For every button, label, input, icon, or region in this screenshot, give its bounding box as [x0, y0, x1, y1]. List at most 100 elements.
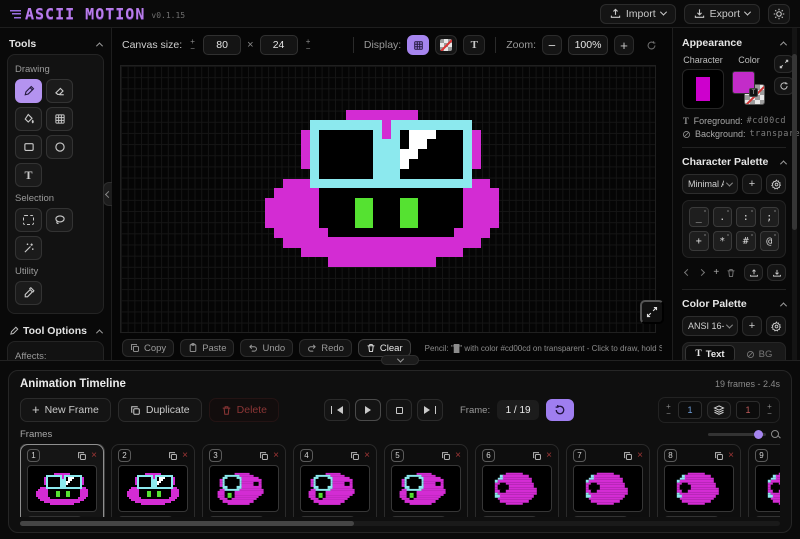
display-characters-toggle[interactable]: T [463, 35, 485, 55]
palette-character-key[interactable]: : [736, 207, 756, 227]
new-frame-button[interactable]: + New Frame [20, 398, 111, 422]
frame-thumbnail[interactable] [573, 465, 643, 512]
character-palette-preset-dropdown[interactable]: Minimal ASC [682, 174, 738, 194]
canvas-width-input[interactable]: 80 [203, 35, 241, 55]
duplicate-frame-icon[interactable] [77, 451, 87, 461]
frame-card[interactable]: 5×125ms [384, 444, 468, 517]
frame-duration-input[interactable]: 125 [573, 516, 628, 517]
duplicate-frame-icon[interactable] [259, 451, 269, 461]
delete-frame-icon[interactable]: × [91, 451, 97, 461]
palette-add-button[interactable]: + [711, 265, 722, 281]
play-button[interactable] [355, 399, 381, 421]
last-frame-button[interactable] [417, 399, 443, 421]
drawing-canvas[interactable] [120, 65, 656, 333]
delete-frame-icon[interactable]: × [273, 451, 279, 461]
sidebar-collapse-handle[interactable] [103, 182, 112, 206]
frame-card[interactable]: 2×125ms [111, 444, 195, 517]
palette-character-key[interactable]: + [689, 231, 709, 251]
timeline-zoom-slider[interactable] [708, 433, 766, 436]
fill-tool-button[interactable] [15, 107, 42, 131]
lasso-tool-button[interactable] [46, 208, 73, 232]
tools-header[interactable]: Tools [7, 34, 104, 54]
color-palette-preset-dropdown[interactable]: ANSI 16-Col [682, 316, 738, 336]
frame-thumbnail[interactable] [664, 465, 734, 512]
frame-thumbnail[interactable] [391, 465, 461, 512]
pencil-tool-button[interactable] [15, 79, 42, 103]
undo-button[interactable]: Undo [240, 339, 293, 357]
delete-frame-icon[interactable]: × [728, 451, 734, 461]
display-grid-toggle[interactable] [407, 35, 429, 55]
palette-prev-button[interactable] [682, 265, 693, 281]
frame-thumbnail[interactable] [118, 465, 188, 512]
palette-next-button[interactable] [697, 265, 708, 281]
rectangle-tool-button[interactable] [15, 135, 42, 159]
zoom-out-button[interactable]: − [542, 35, 562, 55]
frame-duration-input[interactable]: 125 [27, 516, 82, 517]
palette-character-key[interactable]: * [713, 231, 733, 251]
width-stepper[interactable]: +− [188, 39, 197, 52]
frame-card[interactable]: 1×125ms [20, 444, 104, 517]
palette-character-key[interactable]: # [736, 231, 756, 251]
frames-scrollbar-thumb[interactable] [20, 521, 354, 526]
tool-options-header[interactable]: Tool Options [7, 321, 104, 341]
frame-card[interactable]: 6×125ms [475, 444, 559, 517]
onion-next-count[interactable]: 1 [736, 401, 760, 419]
frame-card[interactable]: 7×125ms [566, 444, 650, 517]
loop-toggle-button[interactable] [546, 399, 574, 421]
height-stepper[interactable]: +− [304, 39, 313, 52]
text-tool-button[interactable]: T [15, 163, 42, 187]
duplicate-frame-icon[interactable] [441, 451, 451, 461]
scrollbar-thumb[interactable] [792, 54, 797, 230]
frame-duration-input[interactable]: 125 [209, 516, 264, 517]
character-palette-settings-button[interactable] [766, 174, 786, 194]
zoom-reset-button[interactable] [640, 35, 662, 55]
foreground-color-swatch[interactable]: T [732, 71, 755, 94]
frame-duration-input[interactable]: 125 [755, 516, 780, 517]
delete-frame-button[interactable]: Delete [209, 398, 279, 422]
delete-frame-icon[interactable]: × [364, 451, 370, 461]
palette-character-key[interactable]: . [713, 207, 733, 227]
palette-import-button[interactable] [767, 264, 786, 281]
slider-knob[interactable] [754, 430, 763, 439]
frame-duration-input[interactable]: 125 [482, 516, 537, 517]
onion-prev-stepper[interactable]: +− [664, 404, 673, 417]
duplicate-frame-icon[interactable] [168, 451, 178, 461]
color-palette-settings-button[interactable] [766, 316, 786, 336]
theme-toggle-button[interactable] [768, 4, 790, 24]
character-preview[interactable] [682, 69, 724, 109]
frame-duration-input[interactable]: 125 [664, 516, 719, 517]
sidebar-scrollbar[interactable] [792, 28, 797, 360]
delete-frame-icon[interactable]: × [455, 451, 461, 461]
canvas-fullscreen-button[interactable] [640, 300, 664, 324]
frames-scrollbar[interactable] [20, 521, 780, 526]
duplicate-frame-button[interactable]: Duplicate [118, 398, 202, 422]
delete-frame-icon[interactable]: × [637, 451, 643, 461]
palette-character-key[interactable]: @ [760, 231, 780, 251]
color-palette-header[interactable]: Color Palette [682, 298, 786, 310]
pattern-fill-tool-button[interactable] [46, 107, 73, 131]
palette-character-key[interactable]: ; [760, 207, 780, 227]
display-transparency-toggle[interactable] [435, 35, 457, 55]
onion-prev-count[interactable]: 1 [678, 401, 702, 419]
reset-colors-button[interactable] [774, 77, 794, 95]
duplicate-frame-icon[interactable] [714, 451, 724, 461]
duplicate-frame-icon[interactable] [350, 451, 360, 461]
copy-button[interactable]: Copy [122, 339, 174, 357]
frame-duration-input[interactable]: 125 [300, 516, 355, 517]
ellipse-tool-button[interactable] [46, 135, 73, 159]
delete-frame-icon[interactable]: × [546, 451, 552, 461]
timeline-collapse-button[interactable] [381, 355, 419, 365]
onion-skin-toggle[interactable] [707, 401, 731, 419]
frame-thumbnail[interactable] [27, 465, 97, 512]
palette-character-key[interactable]: _ [689, 207, 709, 227]
appearance-header[interactable]: Appearance [682, 37, 786, 49]
magic-wand-tool-button[interactable] [15, 236, 42, 260]
eraser-tool-button[interactable] [46, 79, 73, 103]
swap-colors-button[interactable] [774, 55, 794, 73]
frame-card[interactable]: 9×125ms [748, 444, 780, 517]
paste-button[interactable]: Paste [180, 339, 234, 357]
export-button[interactable]: Export [684, 4, 760, 24]
zoom-in-button[interactable]: + [614, 35, 634, 55]
stop-button[interactable] [386, 399, 412, 421]
frame-thumbnail[interactable] [482, 465, 552, 512]
